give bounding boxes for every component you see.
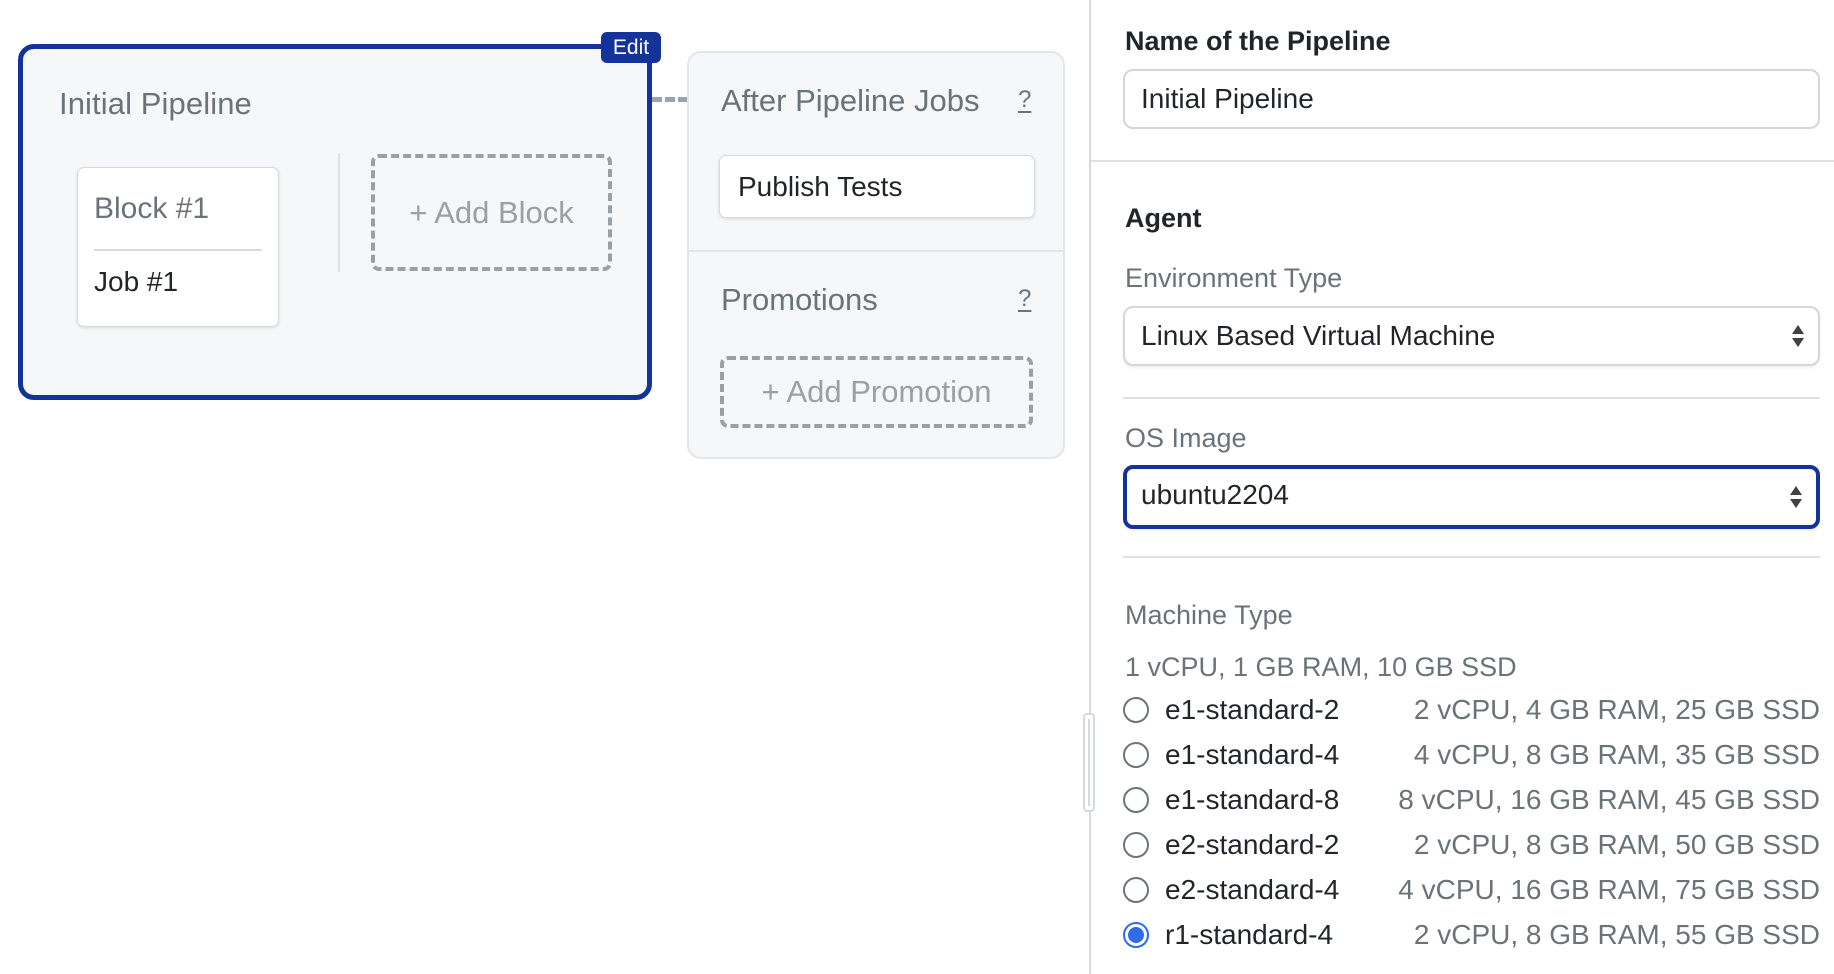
machine-type-radio[interactable]	[1123, 877, 1149, 903]
machine-type-spec: 2 vCPU, 4 GB RAM, 25 GB SSD	[1413, 694, 1820, 725]
machine-type-spec: 4 vCPU, 8 GB RAM, 35 GB SSD	[1413, 739, 1820, 770]
block-name: Block #1	[94, 192, 210, 225]
after-pipeline-help-link[interactable]: ?	[1018, 86, 1031, 114]
machine-type-radio[interactable]	[1123, 697, 1149, 723]
block-separator	[338, 153, 340, 272]
agent-divider	[1123, 397, 1820, 399]
agent-heading: Agent	[1125, 203, 1202, 233]
os-image-value: ubuntu2204	[1141, 479, 1289, 510]
panel-divider	[1091, 160, 1834, 162]
select-arrows-icon	[1792, 323, 1804, 349]
pipeline-card[interactable]: Initial Pipeline Block #1 Job #1 + Add B…	[18, 44, 652, 400]
machine-type-spec: 4 vCPU, 16 GB RAM, 75 GB SSD	[1398, 874, 1820, 905]
section-divider	[689, 250, 1063, 252]
machine-type-radio[interactable]	[1123, 787, 1149, 813]
machine-type-name: e2-standard-2	[1165, 829, 1340, 860]
machine-type-name: r1-standard-4	[1165, 919, 1334, 950]
machine-type-radio[interactable]	[1123, 742, 1149, 768]
add-promotion-button[interactable]: + Add Promotion	[720, 356, 1033, 428]
after-pipeline-job[interactable]: Publish Tests	[719, 155, 1035, 218]
block-card[interactable]: Block #1 Job #1	[77, 167, 279, 327]
environment-type-select[interactable]: Linux Based Virtual Machine	[1123, 306, 1820, 366]
machine-type-option[interactable]: e2-standard-2 2 vCPU, 8 GB RAM, 50 GB SSD	[1123, 825, 1820, 865]
machine-type-spec: 2 vCPU, 8 GB RAM, 55 GB SSD	[1413, 919, 1820, 950]
environment-type-label: Environment Type	[1125, 263, 1343, 293]
panel-resize-handle[interactable]	[1083, 713, 1095, 812]
pipeline-name-input[interactable]	[1123, 69, 1820, 129]
after-pipeline-card: After Pipeline Jobs ? Publish Tests Prom…	[687, 51, 1065, 459]
environment-type-value: Linux Based Virtual Machine	[1141, 320, 1496, 351]
edit-pipeline-button[interactable]: Edit	[601, 32, 661, 63]
machine-default-spec: 1 vCPU, 1 GB RAM, 10 GB SSD	[1125, 652, 1517, 682]
machine-type-label: Machine Type	[1125, 600, 1293, 630]
block-divider	[94, 249, 262, 251]
os-divider	[1123, 556, 1820, 558]
pipeline-name-label: Name of the Pipeline	[1125, 26, 1391, 56]
pipeline-title: Initial Pipeline	[59, 86, 252, 121]
machine-type-radio[interactable]	[1123, 832, 1149, 858]
machine-type-spec: 8 vCPU, 16 GB RAM, 45 GB SSD	[1398, 784, 1820, 815]
machine-type-option[interactable]: r1-standard-4 2 vCPU, 8 GB RAM, 55 GB SSD	[1123, 915, 1820, 955]
pipeline-config-panel: Name of the Pipeline Agent Environment T…	[1089, 0, 1834, 974]
after-pipeline-title: After Pipeline Jobs	[721, 83, 980, 118]
machine-type-option[interactable]: e2-standard-4 4 vCPU, 16 GB RAM, 75 GB SS…	[1123, 870, 1820, 910]
os-image-select[interactable]: ubuntu2204	[1123, 465, 1820, 529]
machine-type-name: e1-standard-2	[1165, 694, 1340, 725]
select-arrows-icon	[1790, 484, 1802, 510]
job-item[interactable]: Job #1	[94, 266, 178, 298]
promotions-title: Promotions	[721, 282, 878, 317]
machine-type-option[interactable]: e1-standard-8 8 vCPU, 16 GB RAM, 45 GB SS…	[1123, 780, 1820, 820]
os-image-label: OS Image	[1125, 423, 1247, 453]
machine-type-spec: 2 vCPU, 8 GB RAM, 50 GB SSD	[1413, 829, 1820, 860]
machine-type-option[interactable]: e1-standard-4 4 vCPU, 8 GB RAM, 35 GB SSD	[1123, 735, 1820, 775]
add-block-button[interactable]: + Add Block	[371, 154, 612, 271]
machine-type-name: e1-standard-4	[1165, 739, 1340, 770]
machine-type-radio[interactable]	[1123, 922, 1149, 948]
pipeline-connector	[652, 97, 688, 102]
machine-type-option[interactable]: e1-standard-2 2 vCPU, 4 GB RAM, 25 GB SSD	[1123, 690, 1820, 730]
workflow-canvas: Initial Pipeline Block #1 Job #1 + Add B…	[0, 0, 1089, 974]
machine-type-name: e1-standard-8	[1165, 784, 1340, 815]
promotions-help-link[interactable]: ?	[1018, 285, 1031, 313]
machine-type-name: e2-standard-4	[1165, 874, 1340, 905]
